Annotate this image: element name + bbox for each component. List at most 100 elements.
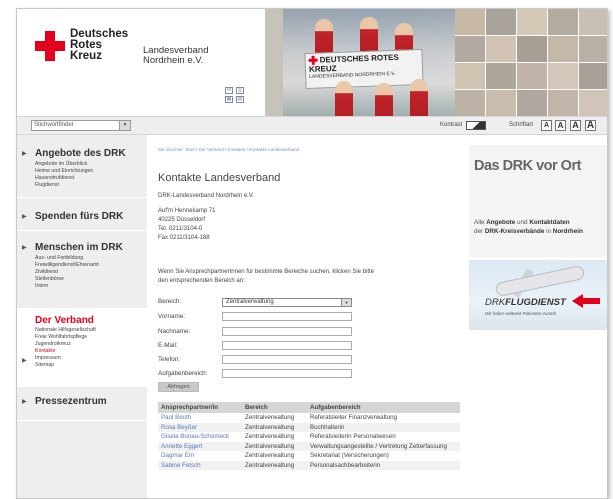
nav-item-flugdienst[interactable]: Flugdienst [35,182,59,189]
table-row: Sabine Fetsch Zentralverwaltung Personal… [158,460,460,470]
vorname-label: Vorname: [158,313,185,320]
nav-section-menschen: ▶ Menschen im DRK Aus- und Fortbildung F… [17,231,147,309]
contact-name-link[interactable]: Dagmar Ern [158,451,242,461]
bereich-label: Bereich: [158,298,182,305]
contacts-table: Ansprechpartner/in Bereich Aufgabenberei… [158,402,460,470]
nav-section-angebote: ▶ Angebote des DRK Angebote im Überblick… [17,135,147,198]
aufgabenbereich-input[interactable] [222,369,352,378]
red-arrow-bar [582,298,600,304]
triangle-right-icon: ▶ [22,214,27,220]
contact-name-link[interactable]: Paul Beuth [158,413,242,423]
vorname-input[interactable] [222,312,352,321]
breadcrumb[interactable]: Sie sind hier: Start / Der Verband / Kon… [158,147,299,152]
email-label: E-Mail: [158,342,178,349]
org-name: DRK-Landesverband Nordrhein e.V. [158,193,254,199]
header-tools: ✉ ⎙ ▦ ▤ [225,85,255,103]
bereich-value: Zentralverwaltung [226,299,274,305]
contact-name-link[interactable]: Gisela Bonau-Schomeck [158,432,242,442]
font-size-button-4[interactable]: A [585,120,596,131]
photo-collage [455,9,607,116]
site-header: Deutsches Rotes Kreuz Landesverband Nord… [17,9,607,116]
contact-bereich: Zentralverwaltung [242,422,307,432]
logo-wordmark[interactable]: Deutsches Rotes Kreuz [70,28,128,62]
contact-name-link[interactable]: Rosa Beyßer [158,422,242,432]
contact-name-link[interactable]: Annette Eggert [158,441,242,451]
sitemap-icon[interactable]: ▦ [225,96,233,103]
email-icon[interactable]: ✉ [225,87,233,94]
triangle-right-icon: ▶ [22,399,27,405]
person-figure [410,79,428,116]
nav-title-verband[interactable]: Der Verband [35,315,94,326]
table-row: Annette Eggert Zentralverwaltung Verwalt… [158,441,460,451]
abfragen-button[interactable]: Abfragen [158,382,199,392]
kontrast-label: Kontrast [440,122,463,128]
contact-aufgabe: Sekretariat (Versicherungen) [310,452,389,459]
print-icon[interactable]: ⎙ [236,87,244,94]
contact-aufgabe: Referatsleiter Finanzverwaltung [310,414,398,421]
chevron-down-icon[interactable]: ▼ [341,299,351,306]
flugdienst-logo: DRKFLUGDIENST [485,297,566,308]
contact-aufgabe: Personalsachbearbeiterin [307,460,460,470]
col-header-aufgabe: Aufgabenbereich [307,402,460,413]
airplane-icon [494,264,586,298]
fax: Fax 0211/3104-188 [158,235,210,241]
font-size-button-2[interactable]: A [555,120,566,131]
triangle-right-icon: ▶ [22,151,27,157]
red-cross-logo-icon[interactable] [35,31,65,61]
contrast-toggle-icon[interactable] [466,121,486,130]
nav-section-verband: ▶ Der Verband Nationale Hilfsgesellschaf… [17,309,147,387]
table-header-row: Ansprechpartner/in Bereich Aufgabenberei… [158,402,460,413]
nachname-input[interactable] [222,327,352,336]
chevron-down-icon[interactable]: ▼ [119,121,130,130]
main-content: Sie sind hier: Start / Der Verband / Kon… [158,135,468,498]
drk-vor-ort-title: Das DRK vor Ort [474,158,581,174]
nav-section-presse: ▶ Pressezentrum [17,387,147,421]
contact-aufgabe: Referatsleiterin Personalwesen [310,433,396,440]
contact-bereich: Zentralverwaltung [245,452,295,459]
banner-sign: DEUTSCHES ROTES KREUZ LANDESVERBAND NORD… [304,48,424,90]
left-navigation: ▶ Angebote des DRK Angebote im Überblick… [17,135,147,498]
intro-line-2: den entsprechenden Bereich an: [158,278,245,284]
nav-title-angebote[interactable]: Angebote des DRK [35,148,126,159]
triangle-right-icon: ▶ [22,245,27,251]
address-street: Auf'm Hennekamp 71 [158,208,216,214]
sign-cross-icon [308,56,318,66]
font-size-button-1[interactable]: A [541,120,552,131]
table-row: Gisela Bonau-Schomeck Zentralverwaltung … [158,432,460,442]
schrift-label: Schriftart [509,122,534,128]
nav-section-spenden: ▶ Spenden fürs DRK [17,198,147,231]
font-size-button-3[interactable]: A [570,120,581,131]
contact-aufgabe: Verwaltungsangestellte / Vertretung Zett… [307,441,460,451]
bereich-select[interactable]: Zentralverwaltung ▼ [222,298,352,307]
flugdienst-slogan: Wir holen weltweit Patienten zurück. [485,311,558,316]
nav-item-sitemap[interactable]: Sitemap [35,362,54,369]
contact-name-link[interactable]: Sabine Fetsch [158,460,242,470]
aufgabenbereich-label: Aufgabenbereich: [158,370,208,377]
stichwort-select[interactable]: Stichwortfinder ▼ [31,120,131,131]
nav-title-presse[interactable]: Pressezentrum [35,396,107,407]
col-header-bereich: Bereich [242,402,307,413]
nav-title-menschen[interactable]: Menschen im DRK [35,242,123,253]
telefon-input[interactable] [222,355,352,364]
nachname-label: Nachname: [158,328,191,335]
contact-bereich: Zentralverwaltung [245,433,295,440]
red-arrow-icon [572,294,583,308]
bookmark-icon[interactable]: ▤ [236,96,244,103]
contact-bereich: Zentralverwaltung [245,414,295,421]
col-header-name: Ansprechpartner/in [158,402,242,413]
address-city: 40225 Düsseldorf [158,217,206,223]
header-photo-banner: DEUTSCHES ROTES KREUZ LANDESVERBAND NORD… [265,9,607,116]
email-input[interactable] [222,341,352,350]
drk-vor-ort-teaser[interactable]: Das DRK vor Ort Alle Angebote und Kontak… [469,145,607,257]
table-row: Dagmar Ern Zentralverwaltung Sekretariat… [158,451,460,461]
flugdienst-teaser[interactable]: DRKFLUGDIENST Wir holen weltweit Patient… [469,260,607,330]
nav-title-spenden[interactable]: Spenden fürs DRK [35,211,123,222]
nav-item-intern[interactable]: Intern [35,283,48,290]
stichwort-value: Stichwortfinder [34,122,74,128]
table-row: Rosa Beyßer Zentralverwaltung Buchhalter… [158,422,460,432]
right-sidebar: Das DRK vor Ort Alle Angebote und Kontak… [469,135,607,498]
person-figure [335,81,353,116]
triangle-right-icon: ▶ [22,358,27,364]
drk-vor-ort-text: Alle Angebote und Kontaktdaten der DRK-K… [474,219,583,235]
toolbar: Stichwortfinder ▼ Kontrast Schriftart A … [17,116,607,135]
